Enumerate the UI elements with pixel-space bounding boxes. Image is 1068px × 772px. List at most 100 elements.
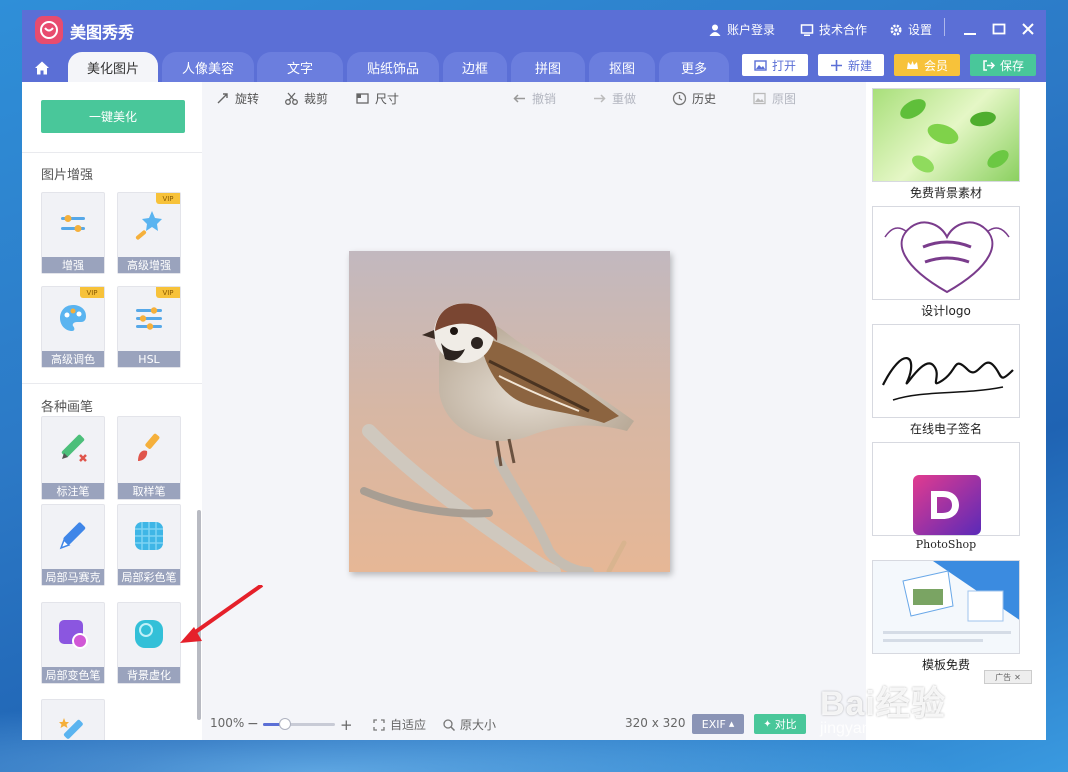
website-template-icon xyxy=(873,561,1019,653)
login-label: 账户登录 xyxy=(727,23,776,37)
one-key-beautify-button[interactable]: 一键美化 xyxy=(41,100,185,133)
tool-label: 增强 xyxy=(42,257,104,273)
ad-signature-thumb[interactable] xyxy=(872,324,1020,418)
tool-local-color[interactable]: 局部彩色笔 xyxy=(117,504,181,586)
exif-button[interactable]: EXIF ▲ xyxy=(692,714,744,734)
tool-enhance[interactable]: 增强 xyxy=(41,192,105,274)
app-title: 美图秀秀 xyxy=(70,23,135,42)
crop-label: 裁剪 xyxy=(304,92,329,106)
compare-star-icon: ✦ xyxy=(763,718,772,730)
crop-button[interactable]: 裁剪 xyxy=(284,90,328,107)
size-button[interactable]: 尺寸 xyxy=(355,90,399,107)
tool-marker-pen[interactable]: 标注笔 xyxy=(41,416,105,500)
close-button[interactable] xyxy=(1017,18,1039,40)
tab-portrait[interactable]: 人像美容 xyxy=(162,52,254,82)
actual-size-button[interactable]: 原大小 xyxy=(442,716,496,733)
ad-tag[interactable]: 广告 ✕ xyxy=(984,670,1032,684)
tab-beautify[interactable]: 美化图片 xyxy=(68,52,158,82)
tab-stickers[interactable]: 贴纸饰品 xyxy=(347,52,439,82)
redo-arrow-icon xyxy=(594,94,606,103)
app-logo-icon xyxy=(35,16,63,44)
tab-more[interactable]: 更多 xyxy=(659,52,729,82)
ad-photoshop-thumb[interactable] xyxy=(872,442,1020,536)
tab-cutout[interactable]: 抠图 xyxy=(589,52,655,82)
color-pen-icon xyxy=(135,522,163,550)
cooperation-label: 技术合作 xyxy=(819,23,868,37)
brush-icon xyxy=(138,433,160,461)
tool-label: 局部彩色笔 xyxy=(118,569,180,585)
tool-label: 高级调色 xyxy=(42,351,104,367)
tool-advanced-enhance[interactable]: VIP 高级增强 xyxy=(117,192,181,274)
tool-label: 背景虚化 xyxy=(118,667,180,683)
cooperation-link[interactable]: 技术合作 xyxy=(800,21,867,38)
tab-text[interactable]: 文字 xyxy=(257,52,343,82)
zoom-slider[interactable] xyxy=(263,718,335,730)
pencil-icon xyxy=(61,434,87,462)
minimize-button[interactable] xyxy=(959,18,981,40)
tool-advanced-color[interactable]: VIP 高级调色 xyxy=(41,286,105,368)
zoom-out-button[interactable]: − xyxy=(247,716,259,732)
maximize-button[interactable] xyxy=(988,18,1010,40)
new-label: 新建 xyxy=(847,58,872,73)
minus-icon: − xyxy=(247,716,259,732)
ad-label[interactable]: 设计logo xyxy=(872,302,1020,319)
actual-size-label: 原大小 xyxy=(460,718,497,732)
tool-label: 高级增强 xyxy=(118,257,180,273)
signature-icon xyxy=(882,357,1014,401)
recolor-pen-icon xyxy=(59,620,88,649)
ad-logo-thumb[interactable] xyxy=(872,206,1020,300)
image-dimensions: 320 x 320 xyxy=(625,716,686,730)
rotate-button[interactable]: 旋转 xyxy=(215,90,259,107)
history-button[interactable]: 历史 xyxy=(672,90,716,107)
home-button[interactable] xyxy=(30,57,54,79)
save-label: 保存 xyxy=(999,58,1024,73)
gear-icon xyxy=(890,24,902,35)
leaves-icon xyxy=(900,99,1009,173)
undo-button[interactable]: 撤销 xyxy=(512,90,556,107)
new-button[interactable]: 新建 xyxy=(818,54,884,76)
login-link[interactable]: 账户登录 xyxy=(708,21,775,38)
tool-more-brush[interactable] xyxy=(41,699,105,740)
photo-canvas[interactable] xyxy=(349,251,670,572)
plus-icon: + xyxy=(340,716,353,734)
scissors-icon xyxy=(285,92,298,105)
size-label: 尺寸 xyxy=(375,92,400,106)
original-button[interactable]: 原图 xyxy=(752,90,796,107)
save-button[interactable]: 保存 xyxy=(970,54,1036,76)
tool-label: 局部马赛克 xyxy=(42,569,104,585)
vip-label: 会员 xyxy=(923,58,948,73)
open-button[interactable]: 打开 xyxy=(742,54,808,76)
ad-background-thumb[interactable] xyxy=(872,88,1020,182)
tool-hsl[interactable]: VIP HSL xyxy=(117,286,181,368)
tab-collage[interactable]: 拼图 xyxy=(511,52,585,82)
home-icon xyxy=(35,61,49,75)
watermark-url: jingyan.baidu.com xyxy=(820,720,949,737)
compare-label: 对比 xyxy=(774,718,797,731)
magnifier-icon xyxy=(443,718,456,731)
ad-label[interactable]: 在线电子签名 xyxy=(872,420,1020,437)
tool-sample-pen[interactable]: 取样笔 xyxy=(117,416,181,500)
tab-frames[interactable]: 边框 xyxy=(443,52,507,82)
redo-button[interactable]: 重做 xyxy=(592,90,636,107)
zoom-in-button[interactable]: + xyxy=(340,716,353,734)
tool-local-mosaic[interactable]: 局部马赛克 xyxy=(41,504,105,586)
photoshop-logo-icon xyxy=(913,475,981,535)
tool-local-recolor[interactable]: 局部变色笔 xyxy=(41,602,105,684)
undo-label: 撤销 xyxy=(532,92,557,106)
compare-button[interactable]: ✦ 对比 xyxy=(754,714,806,734)
close-icon xyxy=(1022,23,1034,35)
tool-label: 取样笔 xyxy=(118,483,180,499)
ad-label[interactable]: PhotoShop xyxy=(872,538,1020,551)
fit-button[interactable]: 自适应 xyxy=(372,716,426,733)
sliders-icon xyxy=(61,215,85,232)
ad-template-thumb[interactable] xyxy=(872,560,1020,654)
tool-label: 局部变色笔 xyxy=(42,667,104,683)
zoom-slider-handle[interactable] xyxy=(278,718,291,730)
settings-link[interactable]: 设置 xyxy=(889,21,932,38)
fit-label: 自适应 xyxy=(390,718,427,732)
vip-button[interactable]: 会员 xyxy=(894,54,960,76)
tab-bar: 美化图片 人像美容 文字 贴纸饰品 边框 拼图 抠图 更多 打开 新建 会员 保… xyxy=(22,50,1046,82)
ad-label[interactable]: 免费背景素材 xyxy=(872,184,1020,201)
settings-label: 设置 xyxy=(908,23,933,37)
rotate-icon xyxy=(217,93,228,104)
